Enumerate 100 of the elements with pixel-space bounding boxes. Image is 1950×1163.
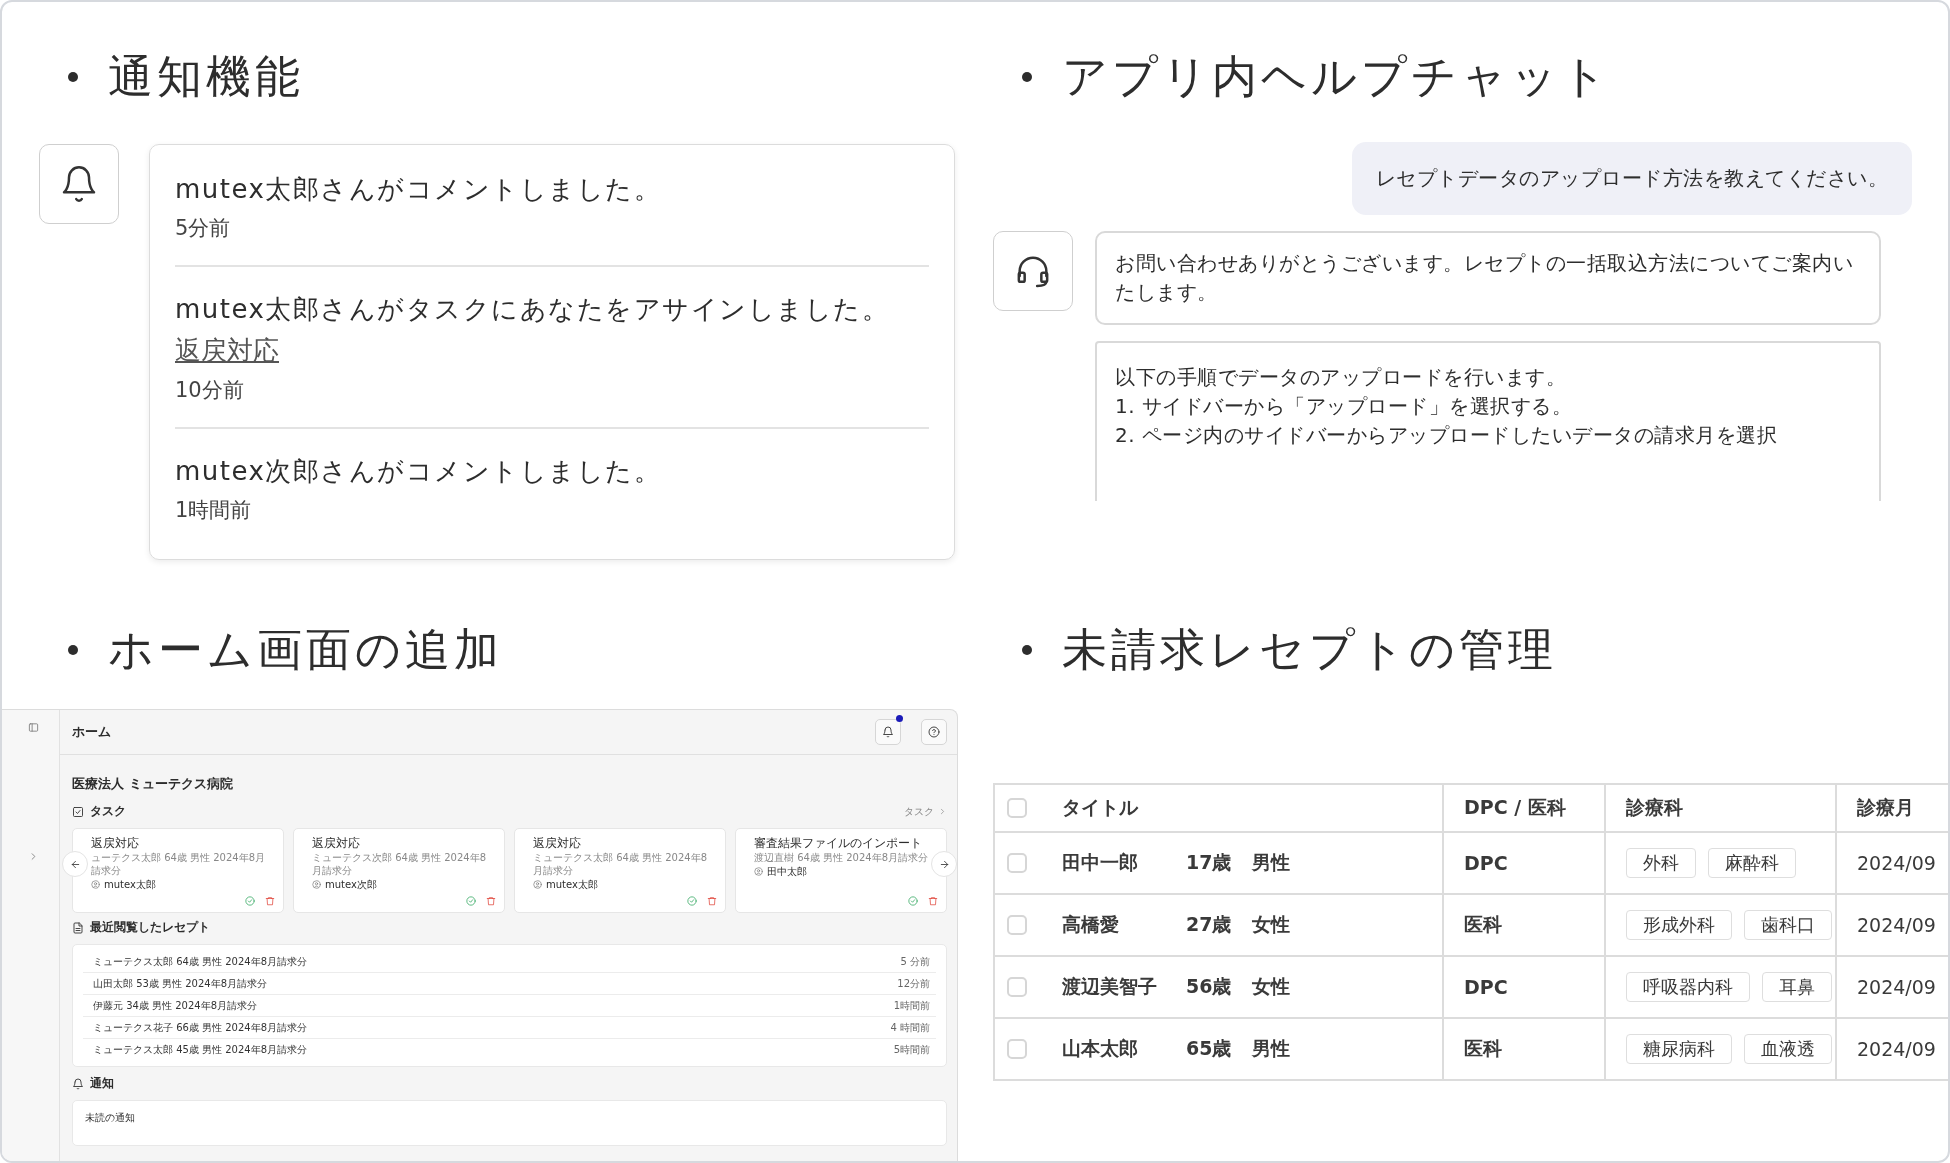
table-cell: 2024/09 [1836,894,1948,956]
department-tag: 血液透 [1744,1034,1832,1064]
unread-label: 未読の通知 [85,1111,136,1125]
patient-sex: 女性 [1252,913,1290,935]
recent-row[interactable]: ミューテクス花子 66歳 男性 2024年8月請求分 4 時間前 [83,1016,936,1038]
section-title: 通知 [90,1075,114,1092]
checkbox-icon [72,805,84,818]
notification-message: mutex太郎さんがコメントしました。 [175,173,663,206]
patient-age: 17歳 [1186,850,1233,875]
section-heading: 未請求レセプトの管理 [1062,622,1557,678]
tasks-link[interactable]: タスク [904,804,947,819]
task-title: 返戻対応 [91,835,140,851]
user-icon [312,880,321,889]
page-title: ホーム [72,723,111,741]
notification-time: 5分前 [175,215,232,242]
help-icon [928,726,940,738]
task-title: 返戻対応 [533,835,582,851]
task-card[interactable]: 返戻対応 ューテクス太郎 64歳 男性 2024年8月請求分 mutex太郎 [72,828,284,913]
help-button[interactable] [921,719,947,745]
patient-name: 田中一郎 [1062,850,1139,875]
notification-time: 10分前 [175,377,245,404]
patient-name: 山本太郎 [1062,1036,1139,1061]
bell-button[interactable] [39,144,119,224]
bell-icon [882,726,894,738]
bullet-icon [68,645,78,655]
task-link[interactable]: 返戻対応 [175,329,279,371]
previous-button[interactable] [62,851,88,877]
assignee-name: mutex太郎 [104,878,156,892]
table-cell: 2024/09 [1836,1018,1948,1080]
department-tag: 歯科口 [1744,910,1832,940]
department-tag: 形成外科 [1626,910,1732,940]
organization-name: 医療法人 ミューテクス病院 [72,775,234,793]
bullet-icon [68,72,78,82]
bullet-icon [1022,645,1032,655]
row-checkbox[interactable] [1007,977,1027,997]
document-icon [72,921,84,934]
assignee-name: mutex太郎 [546,878,598,892]
arrow-left-icon [69,858,81,870]
select-all-checkbox[interactable] [1007,798,1027,818]
row-checkbox[interactable] [1007,1039,1027,1059]
patient-age: 65歳 [1186,1036,1233,1061]
bot-message: お問い合わせありがとうございます。レセプトの一括取込方法についてご案内いたします。 [1095,231,1881,325]
column-header: 診療月 [1836,784,1948,832]
table-cell: DPC [1443,956,1605,1018]
table-cell: DPC [1443,832,1605,894]
notification-time: 1時間前 [175,497,253,524]
table-cell: 2024/09 [1836,956,1948,1018]
column-header: タイトル [1050,784,1443,832]
department-tag: 呼吸器内科 [1626,972,1750,1002]
check-icon [908,896,918,906]
bell-icon [72,1077,84,1090]
row-checkbox[interactable] [1007,915,1027,935]
task-card[interactable]: 返戻対応 ミューテクス太郎 64歳 男性 2024年8月請求分 mutex太郎 [514,828,726,913]
department-tag: 麻酔科 [1708,848,1796,878]
column-header: 診療科 [1605,784,1836,832]
section-heading: アプリ内ヘルプチャット [1062,49,1611,105]
trash-icon [486,896,496,906]
department-tag: 外科 [1626,848,1696,878]
patient-sex: 女性 [1252,975,1290,997]
task-card[interactable]: 返戻対応 ミューテクス次郎 64歳 男性 2024年8月請求分 mutex次郎 [293,828,505,913]
task-title: 返戻対応 [312,835,361,851]
task-subtitle: ミューテクス太郎 64歳 男性 2024年8月請求分 [533,851,709,877]
recent-row[interactable]: 山田太郎 53歳 男性 2024年8月請求分 12分前 [83,972,936,994]
section-title: タスク [90,803,126,820]
department-tag: 耳鼻 [1762,972,1832,1002]
table-cell: 医科 [1443,1018,1605,1080]
task-subtitle: 渡辺直樹 64歳 男性 2024年8月請求分 [754,851,930,864]
table-cell: 2024/09 [1836,832,1948,894]
patient-age: 27歳 [1186,912,1233,937]
recent-row[interactable]: ミューテクス太郎 45歳 男性 2024年8月請求分 5時間前 [83,1038,936,1060]
trash-icon [707,896,717,906]
recent-row[interactable]: ミューテクス太郎 64歳 男性 2024年8月請求分 5 分前 [83,951,936,972]
task-card[interactable]: 審査結果ファイルのインポート 渡辺直樹 64歳 男性 2024年8月請求分 田中太郎 [735,828,947,913]
sidebar-toggle-icon [28,722,39,733]
assignee-name: 田中太郎 [767,865,807,879]
trash-icon [928,896,938,906]
notification-message: mutex太郎さんがタスクにあなたをアサインしました。 [175,293,891,326]
user-message: レセプトデータのアップロード方法を教えてください。 [1351,142,1912,215]
column-header: DPC / 医科 [1443,784,1605,832]
bot-message: 以下の手順でデータのアップロードを行います。 1. サイドバーから「アップロード」を選択する。 2. ページ内のサイドバーからアップロードしたいデータの請求月を選択 [1095,341,1881,501]
department-tag: 糖尿病科 [1626,1034,1732,1064]
notification-message: mutex次郎さんがコメントしました。 [175,455,663,488]
row-checkbox[interactable] [1007,853,1027,873]
patient-sex: 男性 [1252,851,1290,873]
chevron-right-icon [938,807,947,816]
check-icon [466,896,476,906]
task-subtitle: ミューテクス次郎 64歳 男性 2024年8月請求分 [312,851,488,877]
arrow-right-icon [938,858,950,870]
patient-sex: 男性 [1252,1037,1290,1059]
trash-icon [265,896,275,906]
patient-age: 56歳 [1186,974,1233,999]
user-icon [754,867,763,876]
recent-row[interactable]: 伊藤元 34歳 男性 2024年8月請求分 1時間前 [83,994,936,1016]
check-icon [687,896,697,906]
check-icon [245,896,255,906]
section-heading: ホーム画面の追加 [108,622,503,678]
patient-name: 渡辺美智子 [1062,974,1158,999]
table-cell: 医科 [1443,894,1605,956]
section-heading: 通知機能 [108,49,304,105]
patient-name: 高橋愛 [1062,912,1120,937]
